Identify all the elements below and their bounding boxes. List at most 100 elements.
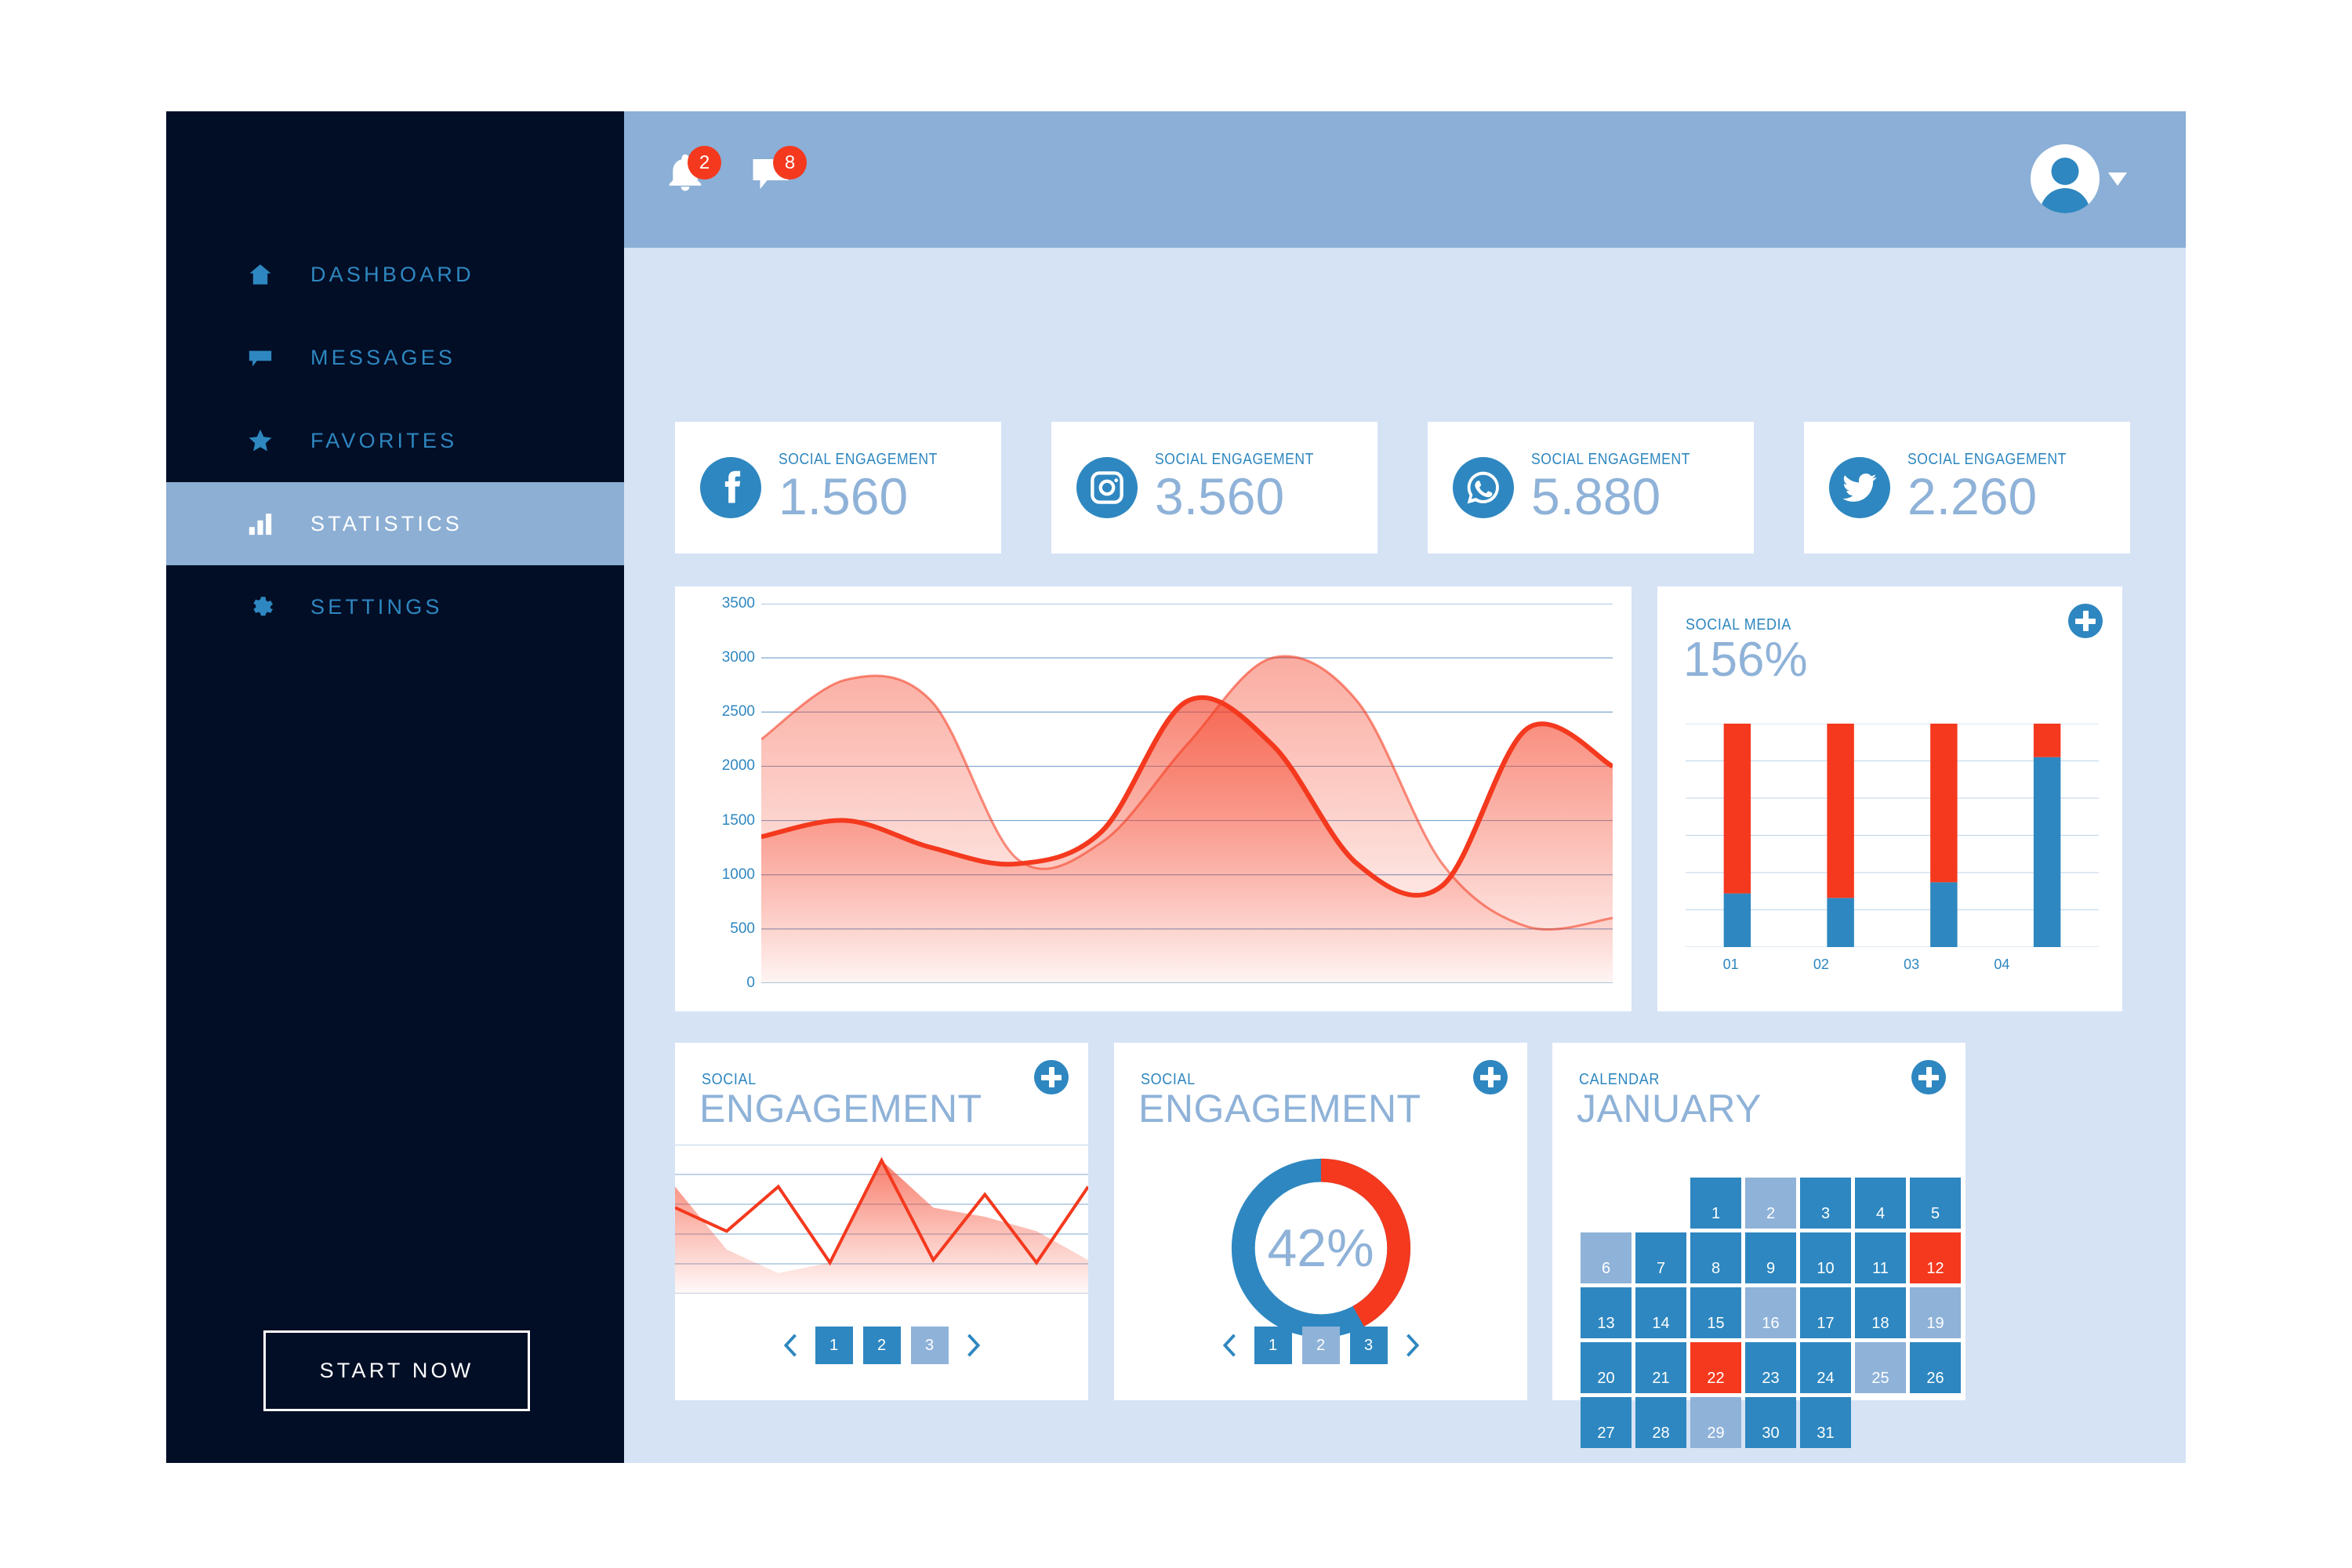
sidebar-item-label: SETTINGS bbox=[310, 594, 443, 619]
sidebar-item-messages[interactable]: MESSAGES bbox=[166, 316, 624, 399]
bar-segment-blue bbox=[1723, 893, 1751, 947]
y-tick: 2500 bbox=[721, 703, 755, 720]
calendar-day[interactable]: 2 bbox=[1745, 1178, 1796, 1229]
stat-text: SOCIAL ENGAGEMENT 2.260 bbox=[1907, 451, 2089, 524]
sidebar-item-dashboard[interactable]: DASHBOARD bbox=[166, 233, 624, 316]
stat-label: SOCIAL ENGAGEMENT bbox=[1531, 451, 1690, 469]
calendar-day[interactable]: 22 bbox=[1690, 1342, 1741, 1393]
bar-chart-icon bbox=[245, 508, 276, 539]
user-menu[interactable] bbox=[2031, 144, 2127, 213]
calendar-day[interactable]: 13 bbox=[1581, 1287, 1632, 1338]
sidebar-item-statistics[interactable]: STATISTICS bbox=[166, 482, 624, 565]
star-icon bbox=[245, 425, 276, 456]
calendar-day[interactable]: 19 bbox=[1910, 1287, 1961, 1338]
stat-card-whatsapp[interactable]: SOCIAL ENGAGEMENT 5.880 bbox=[1428, 422, 1754, 554]
calendar-day[interactable]: 10 bbox=[1800, 1232, 1851, 1283]
stat-value: 3.560 bbox=[1155, 467, 1285, 526]
calendar-day[interactable]: 21 bbox=[1635, 1342, 1686, 1393]
calendar-day[interactable]: 12 bbox=[1910, 1232, 1961, 1283]
pager-donut-prev[interactable] bbox=[1216, 1329, 1244, 1362]
bar-x-label: 03 bbox=[1904, 956, 1920, 972]
calendar-day[interactable]: 9 bbox=[1745, 1232, 1796, 1283]
pager-donut-next[interactable] bbox=[1398, 1329, 1426, 1362]
calendar-day[interactable]: 28 bbox=[1635, 1397, 1686, 1448]
sidebar-item-settings[interactable]: SETTINGS bbox=[166, 565, 624, 648]
calendar-day[interactable]: 6 bbox=[1581, 1232, 1632, 1283]
engagement-line-pager[interactable]: 123 bbox=[675, 1327, 1088, 1364]
add-icon[interactable] bbox=[1473, 1060, 1508, 1094]
calendar-day[interactable]: 5 bbox=[1910, 1178, 1961, 1229]
stat-card-facebook[interactable]: SOCIAL ENGAGEMENT 1.560 bbox=[675, 422, 1001, 554]
sidebar-item-favorites[interactable]: FAVORITES bbox=[166, 399, 624, 482]
avatar-head bbox=[2051, 158, 2079, 185]
calendar-day[interactable]: 30 bbox=[1745, 1397, 1796, 1448]
calendar-day[interactable]: 7 bbox=[1635, 1232, 1686, 1283]
calendar-day[interactable]: 16 bbox=[1745, 1287, 1796, 1338]
pager-line-page[interactable]: 2 bbox=[862, 1327, 901, 1364]
calendar-day[interactable]: 1 bbox=[1690, 1178, 1741, 1229]
twitter-icon bbox=[1829, 457, 1890, 518]
y-tick: 1000 bbox=[721, 866, 755, 883]
bar-x-label: 04 bbox=[1994, 956, 2010, 972]
y-tick: 3500 bbox=[721, 595, 755, 612]
dashboard-app: DASHBOARD MESSAGES FAVORITES STATISTICS bbox=[166, 111, 2186, 1463]
stat-card-instagram[interactable]: SOCIAL ENGAGEMENT 3.560 bbox=[1051, 422, 1377, 554]
bar-segment-blue bbox=[1930, 882, 1958, 947]
sidebar-item-label: DASHBOARD bbox=[310, 262, 474, 286]
calendar-day[interactable]: 15 bbox=[1690, 1287, 1741, 1338]
stat-value: 5.880 bbox=[1531, 467, 1661, 526]
bars-svg bbox=[1686, 724, 2099, 947]
pager-donut-page[interactable]: 3 bbox=[1349, 1327, 1388, 1364]
pager-donut-page[interactable]: 1 bbox=[1254, 1327, 1292, 1364]
notifications-button[interactable]: 2 bbox=[664, 146, 728, 209]
add-icon[interactable] bbox=[2068, 604, 2103, 638]
bar-segment-red bbox=[1930, 724, 1958, 883]
area-chart-card: 3500 3000 2500 2000 1500 1000 500 0 bbox=[675, 586, 1632, 1011]
calendar-day[interactable]: 20 bbox=[1581, 1342, 1632, 1393]
bar-segment-red bbox=[1723, 724, 1751, 894]
donut-wrap: 42% bbox=[1224, 1151, 1418, 1345]
pager-line-page[interactable]: 1 bbox=[815, 1327, 853, 1364]
calendar-day[interactable]: 31 bbox=[1800, 1397, 1851, 1448]
pager-line-page[interactable]: 3 bbox=[910, 1327, 949, 1364]
bar-segment-blue bbox=[2033, 757, 2061, 947]
calendar-day[interactable]: 27 bbox=[1581, 1397, 1632, 1448]
bars-plot bbox=[1686, 724, 2099, 947]
calendar-day[interactable]: 25 bbox=[1855, 1342, 1906, 1393]
area-chart-plot bbox=[761, 604, 1613, 983]
engagement-donut-pager[interactable]: 123 bbox=[1114, 1327, 1527, 1364]
messages-button[interactable]: 8 bbox=[750, 146, 814, 209]
add-icon[interactable] bbox=[1911, 1060, 1946, 1094]
calendar-day[interactable]: 8 bbox=[1690, 1232, 1741, 1283]
chevron-down-icon bbox=[2108, 172, 2127, 186]
pager-donut-page[interactable]: 2 bbox=[1301, 1327, 1340, 1364]
calendar-day[interactable]: 26 bbox=[1910, 1342, 1961, 1393]
avatar bbox=[2031, 144, 2100, 213]
pager-line-prev[interactable] bbox=[777, 1329, 805, 1362]
y-tick: 1500 bbox=[721, 811, 755, 829]
calendar-day[interactable]: 24 bbox=[1800, 1342, 1851, 1393]
stat-label: SOCIAL ENGAGEMENT bbox=[779, 451, 938, 469]
start-now-button[interactable]: START NOW bbox=[263, 1330, 530, 1411]
calendar-day[interactable]: 23 bbox=[1745, 1342, 1796, 1393]
bar-x-label: 02 bbox=[1813, 956, 1829, 972]
sidebar-nav: DASHBOARD MESSAGES FAVORITES STATISTICS bbox=[166, 233, 624, 648]
calendar-day[interactable]: 18 bbox=[1855, 1287, 1906, 1338]
social-media-title: 156% bbox=[1683, 633, 1808, 687]
add-icon[interactable] bbox=[1034, 1060, 1069, 1094]
area-chart-svg bbox=[761, 604, 1613, 983]
donut-center-value: 42% bbox=[1267, 1218, 1374, 1278]
social-media-card: SOCIAL MEDIA 156% 01 02 03 04 bbox=[1657, 586, 2122, 1011]
calendar-day[interactable]: 29 bbox=[1690, 1397, 1741, 1448]
calendar-day[interactable]: 3 bbox=[1800, 1178, 1851, 1229]
area-chart-yaxis: 3500 3000 2500 2000 1500 1000 500 0 bbox=[692, 595, 755, 991]
top-bar: 2 8 bbox=[624, 111, 2186, 248]
calendar-day[interactable]: 11 bbox=[1855, 1232, 1906, 1283]
calendar-day[interactable]: 17 bbox=[1800, 1287, 1851, 1338]
calendar-day[interactable]: 4 bbox=[1855, 1178, 1906, 1229]
pager-line-next[interactable] bbox=[959, 1329, 987, 1362]
stat-card-twitter[interactable]: SOCIAL ENGAGEMENT 2.260 bbox=[1804, 422, 2130, 554]
calendar-grid[interactable]: 1 2 3 4 5 6 7 8 9 10 11 12 13 14 15 16 17 18 19 20 21 22 23 24 2… bbox=[1581, 1178, 1961, 1448]
engagement-line-title: ENGAGEMENT bbox=[699, 1087, 982, 1131]
calendar-day[interactable]: 14 bbox=[1635, 1287, 1686, 1338]
